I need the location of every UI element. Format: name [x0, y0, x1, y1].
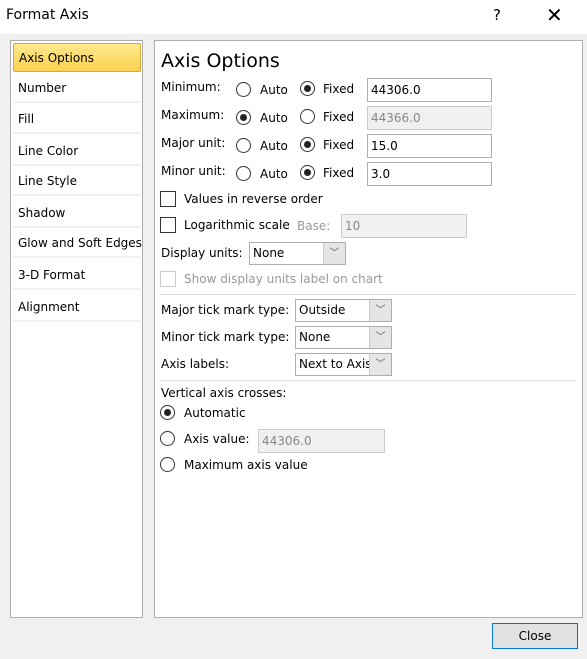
sidebar-item-axis-options[interactable]: Axis Options [13, 43, 141, 72]
minor-tick-dropdown[interactable]: None ﹀ [295, 326, 392, 349]
chevron-down-icon: ﹀ [369, 327, 391, 348]
chevron-down-icon: ﹀ [323, 243, 345, 264]
auto-label: Auto [260, 111, 288, 125]
axis-labels-value: Next to Axis [299, 357, 372, 371]
maximum-fixed-radio[interactable] [300, 109, 315, 124]
sidebar-item-shadow[interactable]: Shadow [13, 199, 141, 228]
close-button[interactable]: Close [492, 623, 578, 649]
fixed-label: Fixed [323, 82, 355, 96]
divider [160, 380, 576, 381]
base-input[interactable]: 10 [341, 214, 467, 238]
sidebar-item-alignment[interactable]: Alignment [13, 293, 141, 322]
minor-unit-fixed-radio[interactable] [300, 165, 315, 180]
maximum-input[interactable]: 44366.0 [367, 106, 492, 130]
axis-value-input[interactable]: 44306.0 [258, 429, 385, 453]
sidebar-item-number[interactable]: Number [13, 74, 141, 103]
auto-label: Auto [260, 167, 288, 181]
sidebar-item-3d-format[interactable]: 3-D Format [13, 261, 141, 290]
axis-value-radio[interactable] [160, 431, 175, 446]
major-tick-label: Major tick mark type: [161, 303, 290, 317]
major-unit-input[interactable]: 15.0 [367, 134, 492, 158]
show-units-label: Show display units label on chart [184, 272, 383, 286]
minimum-auto-radio[interactable] [236, 82, 251, 97]
maximum-label: Maximum: [161, 108, 225, 122]
minor-tick-label: Minor tick mark type: [161, 330, 290, 344]
sidebar-item-glow[interactable]: Glow and Soft Edges [13, 229, 142, 258]
minor-unit-input[interactable]: 3.0 [367, 162, 492, 186]
axis-labels-dropdown[interactable]: Next to Axis ﹀ [295, 353, 392, 376]
automatic-label: Automatic [184, 406, 246, 420]
major-unit-fixed-radio[interactable] [300, 137, 315, 152]
major-unit-label: Major unit: [161, 136, 226, 150]
maximum-axis-value-radio[interactable] [160, 457, 175, 472]
log-scale-label: Logarithmic scale [184, 218, 290, 232]
axis-value-label: Axis value: [184, 432, 250, 446]
fixed-label: Fixed [323, 110, 355, 124]
panel-heading: Axis Options [161, 50, 280, 72]
divider [160, 294, 576, 295]
major-tick-dropdown[interactable]: Outside ﹀ [295, 299, 392, 322]
chevron-down-icon: ﹀ [369, 300, 391, 321]
display-units-label: Display units: [161, 246, 243, 260]
close-icon[interactable]: ✕ [546, 3, 563, 27]
chevron-down-icon: ﹀ [369, 354, 391, 375]
maximum-auto-radio[interactable] [236, 110, 251, 125]
dialog-title: Format Axis [6, 7, 89, 23]
display-units-value: None [253, 246, 285, 260]
sidebar-item-line-color[interactable]: Line Color [13, 137, 141, 166]
minor-unit-label: Minor unit: [161, 164, 226, 178]
automatic-radio[interactable] [160, 405, 175, 420]
minor-unit-auto-radio[interactable] [236, 166, 251, 181]
major-unit-auto-radio[interactable] [236, 138, 251, 153]
fixed-label: Fixed [323, 138, 355, 152]
minimum-fixed-radio[interactable] [300, 81, 315, 96]
fixed-label: Fixed [323, 166, 355, 180]
display-units-dropdown[interactable]: None ﹀ [249, 242, 346, 265]
maximum-axis-value-label: Maximum axis value [184, 458, 308, 472]
axis-labels-label: Axis labels: [161, 357, 230, 371]
show-units-checkbox[interactable] [160, 271, 176, 287]
major-tick-value: Outside [299, 303, 346, 317]
minimum-label: Minimum: [161, 80, 221, 94]
auto-label: Auto [260, 83, 288, 97]
category-list: Axis Options Number Fill Line Color Line… [10, 40, 143, 618]
sidebar-item-fill[interactable]: Fill [13, 105, 141, 134]
minimum-input[interactable]: 44306.0 [367, 78, 492, 102]
reverse-order-checkbox[interactable] [160, 191, 176, 207]
minor-tick-value: None [299, 330, 331, 344]
base-label: Base: [297, 219, 331, 233]
reverse-order-label: Values in reverse order [184, 192, 323, 206]
log-scale-checkbox[interactable] [160, 217, 176, 233]
crosses-label: Vertical axis crosses: [161, 386, 287, 400]
help-button[interactable]: ? [493, 6, 501, 24]
auto-label: Auto [260, 139, 288, 153]
sidebar-item-line-style[interactable]: Line Style [13, 167, 141, 196]
